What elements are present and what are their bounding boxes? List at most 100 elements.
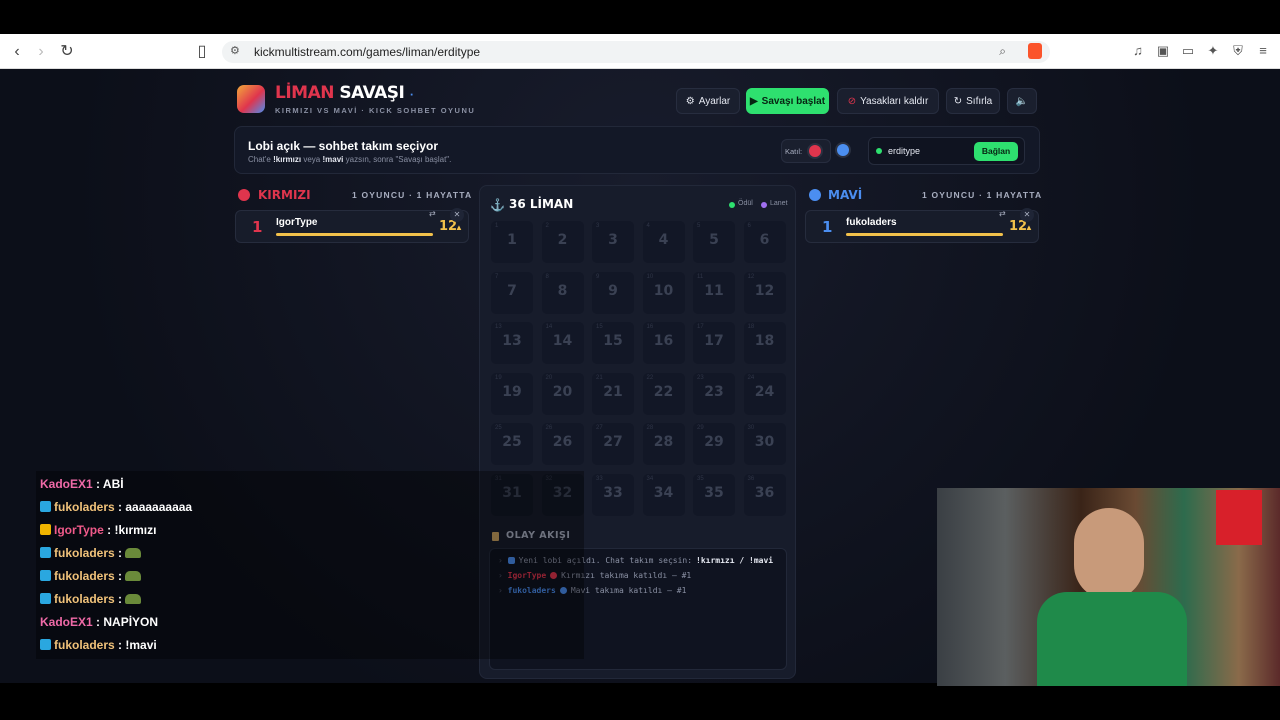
- address-bar[interactable]: ⚙ kickmultistream.com/games/liman/erdity…: [222, 41, 1050, 63]
- harbor-cell[interactable]: 33 33: [592, 473, 634, 516]
- menu-icon[interactable]: ≡: [1255, 43, 1271, 59]
- channel-input[interactable]: erditype: [888, 146, 920, 156]
- wallet-icon[interactable]: ▭: [1180, 43, 1196, 59]
- cell-index: 34: [646, 475, 654, 482]
- harbor-cell[interactable]: 13 13: [491, 322, 533, 364]
- harbor-cell[interactable]: 44: [642, 221, 685, 263]
- kick-player-icon[interactable]: ✕: [450, 208, 464, 222]
- site-settings-icon[interactable]: ⚙: [230, 44, 240, 57]
- harbor-cell[interactable]: 88: [541, 271, 584, 314]
- harbor-cell[interactable]: 19 19: [491, 372, 533, 415]
- cell-number: 21: [603, 383, 623, 400]
- cell-number: 9: [608, 282, 618, 299]
- vpn-icon[interactable]: ⛨: [1230, 43, 1246, 59]
- music-icon[interactable]: ♫: [1130, 43, 1146, 59]
- reload-icon[interactable]: ↻: [57, 42, 77, 62]
- harbor-cell[interactable]: 22: [541, 221, 584, 263]
- harbor-cell[interactable]: 24 24: [743, 372, 786, 415]
- cell-number: 14: [552, 333, 573, 349]
- cell-index: 12: [747, 273, 755, 280]
- lobby-bar: Lobi açık — sohbet takım seçiyor Chat'e …: [234, 126, 1040, 174]
- harbor-cell[interactable]: 35 35: [693, 473, 735, 516]
- cell-index: 13: [495, 324, 502, 330]
- harbor-cell[interactable]: 14 14: [541, 322, 584, 364]
- harbor-cell[interactable]: 36 36: [743, 473, 786, 516]
- cell-index: 8: [545, 273, 549, 280]
- harbor-cell[interactable]: 10 10: [642, 271, 685, 314]
- harbor-cell[interactable]: 23 23: [693, 372, 735, 415]
- harbor-cell[interactable]: 12 12: [743, 271, 786, 314]
- reset-button[interactable]: ↻ Sıfırla: [946, 88, 1000, 114]
- chat-message: fukoladers : !mavi: [40, 635, 157, 655]
- harbor-cell[interactable]: 26 26: [541, 423, 584, 465]
- unban-button[interactable]: ⊘ Yasakları kaldır: [837, 88, 939, 114]
- swap-team-icon[interactable]: ⇄: [999, 209, 1006, 218]
- chat-badge-icon: [40, 547, 51, 558]
- ship-icon: ▲: [455, 223, 463, 232]
- sound-button[interactable]: 🔈: [1007, 88, 1037, 114]
- harbor-cell[interactable]: 11 11: [693, 271, 735, 314]
- speaker-icon: 🔈: [1015, 95, 1029, 107]
- cell-index: 26: [545, 425, 553, 431]
- chat-text: NAPİYON: [103, 615, 159, 629]
- reward-dot-icon: [729, 202, 735, 208]
- harbor-cell[interactable]: 18 18: [743, 322, 786, 364]
- flag-icon: [1216, 490, 1262, 545]
- streamer-shirt: [1037, 592, 1187, 686]
- harbor-cell[interactable]: 30 30: [743, 423, 786, 465]
- harbor-cell[interactable]: 22 22: [642, 372, 685, 415]
- harbor-cell[interactable]: 21 21: [592, 372, 634, 415]
- player-rank: 1: [252, 218, 263, 236]
- harbor-cell[interactable]: 34 34: [642, 473, 685, 516]
- ai-icon[interactable]: ✦: [1205, 43, 1221, 59]
- back-icon[interactable]: ‹: [7, 42, 27, 62]
- bookmark-icon[interactable]: ▯: [192, 42, 212, 62]
- harbor-cell[interactable]: 17 17: [693, 322, 735, 364]
- emote-icon: [125, 571, 142, 581]
- sidebar-icon[interactable]: ▣: [1155, 43, 1171, 59]
- harbor-cell[interactable]: 55: [693, 221, 735, 263]
- logo-icon: [237, 85, 265, 113]
- harbor-cell[interactable]: 28 28: [642, 423, 685, 465]
- cell-number: 29: [704, 434, 724, 450]
- harbor-cell[interactable]: 15 15: [592, 322, 634, 364]
- cell-number: 16: [653, 333, 674, 349]
- harbor-cell[interactable]: 20 20: [541, 372, 584, 415]
- join-blue-button[interactable]: [837, 144, 849, 156]
- swap-team-icon[interactable]: ⇄: [429, 209, 436, 218]
- harbor-cell[interactable]: 16 16: [642, 322, 685, 364]
- chat-badge-icon: [40, 570, 51, 581]
- cell-number: 30: [754, 434, 775, 450]
- settings-button[interactable]: ⚙ Ayarlar: [676, 88, 740, 114]
- lobby-heading: Lobi açık — sohbet takım seçiyor: [248, 139, 439, 153]
- chat-text: aaaaaaaaaa: [125, 500, 193, 514]
- player-name: fukoladers: [846, 217, 897, 228]
- forward-icon[interactable]: ›: [31, 42, 51, 62]
- kick-player-icon[interactable]: ✕: [1020, 208, 1034, 222]
- harbor-cell[interactable]: 77: [491, 271, 533, 314]
- chat-username: KadoEX1: [40, 615, 93, 629]
- harbor-cell[interactable]: 99: [592, 271, 634, 314]
- join-red-button[interactable]: [809, 145, 821, 157]
- start-battle-button[interactable]: ▶ Savaşı başlat: [746, 88, 829, 114]
- harbor-cell[interactable]: 11: [491, 221, 533, 263]
- cell-number: 36: [754, 484, 775, 501]
- cell-index: 35: [697, 475, 704, 482]
- page-title: LİMAN SAVAŞI ·: [275, 83, 414, 103]
- cell-number: 12: [754, 282, 775, 299]
- harbor-cell[interactable]: 27 27: [592, 423, 634, 465]
- harbor-cell[interactable]: 29 29: [693, 423, 735, 465]
- log-command: !kırmızı / !mavi: [696, 556, 774, 565]
- chat-message: fukoladers : aaaaaaaaaa: [40, 497, 192, 517]
- cell-index: 29: [697, 425, 704, 431]
- brave-shield-icon[interactable]: [1028, 43, 1042, 59]
- harbor-cell[interactable]: 66: [743, 221, 786, 263]
- cell-number: 27: [603, 434, 623, 450]
- browser-toolbar: ‹ › ↻ ▯ ⚙ kickmultistream.com/games/lima…: [0, 34, 1280, 69]
- zoom-icon[interactable]: ⌕: [999, 44, 1006, 59]
- harbor-cell[interactable]: 25 25: [491, 423, 533, 465]
- legend-curse: Lanet: [770, 200, 788, 207]
- harbor-cell[interactable]: 33: [592, 221, 634, 263]
- cell-index: 28: [646, 425, 654, 431]
- connect-button[interactable]: Bağlan: [974, 142, 1018, 161]
